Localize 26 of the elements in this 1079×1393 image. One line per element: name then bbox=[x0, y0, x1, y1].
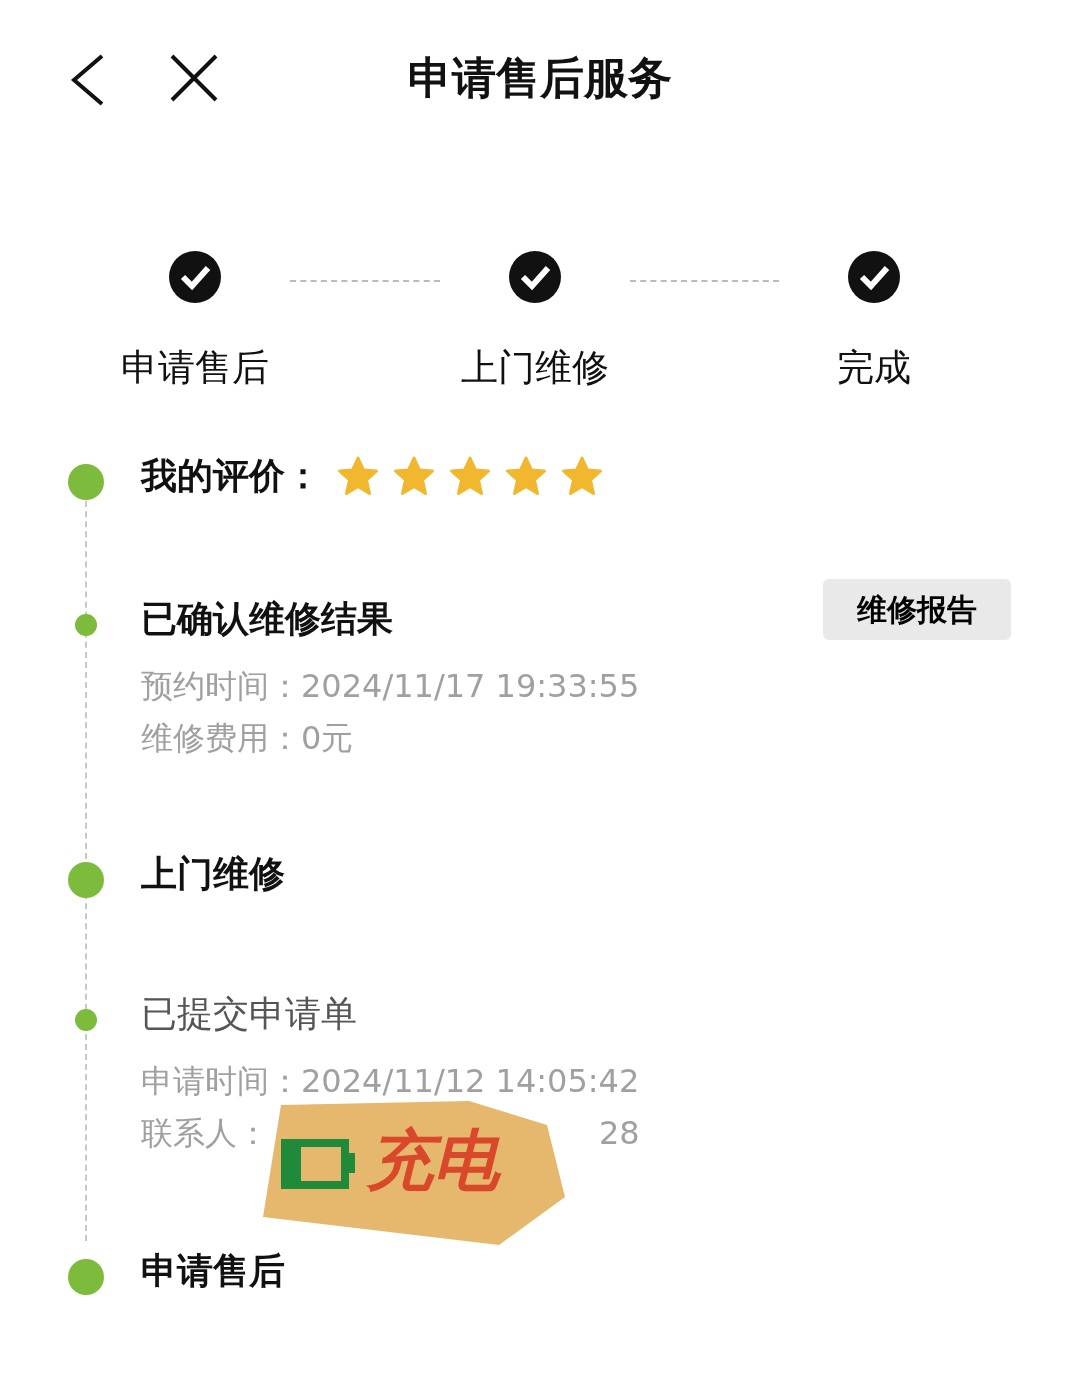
star-icon bbox=[393, 455, 435, 496]
entry-title: 上门维修 bbox=[141, 851, 285, 896]
timeline-dot bbox=[75, 1008, 97, 1031]
timeline-dot bbox=[68, 861, 104, 898]
star-icon bbox=[505, 455, 547, 496]
entry-title: 我的评价： bbox=[141, 453, 321, 498]
entry-title: 已确认维修结果 bbox=[141, 596, 393, 641]
timeline-dot bbox=[68, 463, 104, 500]
page-title: 申请售后服务 bbox=[407, 52, 672, 103]
star-icon bbox=[449, 455, 491, 496]
star-icon bbox=[337, 455, 379, 496]
step-label: 完成 bbox=[837, 345, 911, 391]
detail-text: 预约时间：2024/11/17 19:33:55 bbox=[141, 665, 641, 707]
detail-text: 维修费用：0元 bbox=[141, 717, 355, 759]
step-label: 申请售后 bbox=[121, 345, 269, 391]
timeline-dot bbox=[68, 1258, 104, 1295]
detail-text: 申请时间：2024/11/12 14:05:42 bbox=[141, 1060, 641, 1102]
timeline-dot bbox=[75, 613, 97, 636]
detail-text: 联系人： bbox=[141, 1112, 269, 1154]
entry-title: 已提交申请单 bbox=[141, 991, 357, 1036]
report-button[interactable]: 维修报告 bbox=[823, 578, 1011, 640]
detail-text: 28 bbox=[599, 1112, 640, 1154]
close-button[interactable] bbox=[168, 52, 220, 104]
star-icon bbox=[561, 455, 603, 496]
entry-title: 申请售后 bbox=[141, 1248, 285, 1293]
step-label: 上门维修 bbox=[460, 345, 609, 391]
